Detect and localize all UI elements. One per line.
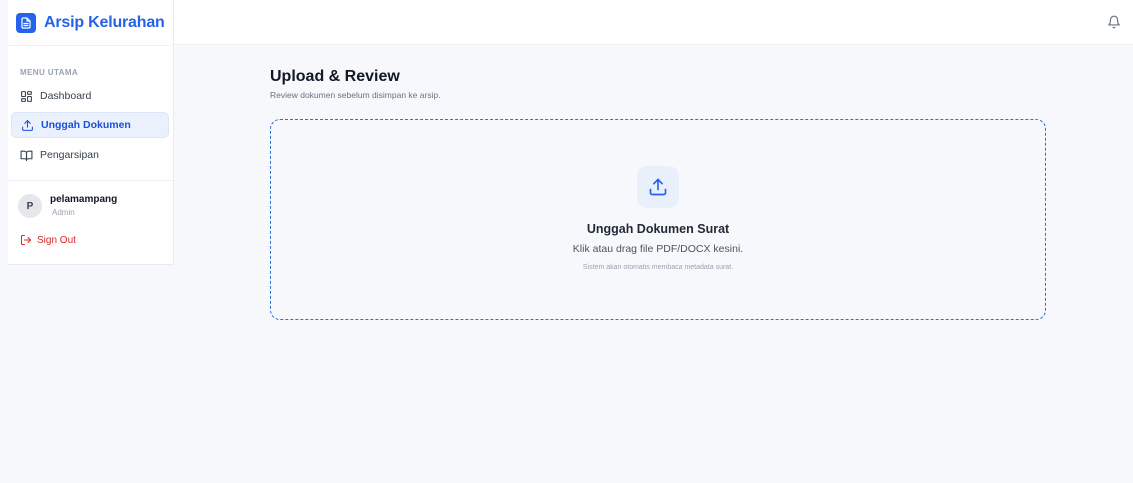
upload-icon xyxy=(637,166,679,208)
page-subtitle: Review dokumen sebelum disimpan ke arsip… xyxy=(270,90,441,100)
page-title: Upload & Review xyxy=(270,68,400,85)
upload-icon xyxy=(22,119,33,131)
divider xyxy=(8,180,174,181)
sign-out-button[interactable]: Sign Out xyxy=(20,234,76,246)
sidebar-item-pengarsipan[interactable]: Pengarsipan xyxy=(11,142,169,168)
sidebar-item-label: Pengarsipan xyxy=(40,149,99,161)
divider xyxy=(8,45,174,46)
user-role: Admin xyxy=(52,208,75,217)
sidebar-item-label: Unggah Dokumen xyxy=(41,119,131,131)
bell-icon[interactable] xyxy=(1107,15,1121,34)
dropzone-title: Unggah Dokumen Surat xyxy=(586,222,730,236)
dropzone-hint: Sistem akan otomatis membaca metadata su… xyxy=(582,264,734,271)
menu-section-label: MENU UTAMA xyxy=(20,68,79,77)
upload-dropzone[interactable]: Unggah Dokumen Surat Klik atau drag file… xyxy=(270,119,1046,320)
dropzone-subtitle: Klik atau drag file PDF/DOCX kesini. xyxy=(572,243,744,255)
sidebar: Arsip Kelurahan MENU UTAMA Dashboard Ung… xyxy=(8,0,174,265)
sidebar-item-dashboard[interactable]: Dashboard xyxy=(11,83,169,109)
app-title: Arsip Kelurahan xyxy=(44,14,165,31)
book-open-icon xyxy=(20,150,33,161)
sign-out-icon xyxy=(21,235,31,245)
topbar xyxy=(174,0,1133,45)
sidebar-item-label: Dashboard xyxy=(40,90,92,102)
brand[interactable]: Arsip Kelurahan xyxy=(16,9,165,37)
document-icon xyxy=(16,13,36,33)
avatar: P xyxy=(18,194,42,218)
dashboard-grid-icon xyxy=(21,90,32,102)
sign-out-label: Sign Out xyxy=(37,234,76,246)
sidebar-item-unggah-dokumen[interactable]: Unggah Dokumen xyxy=(11,112,169,138)
user-name: pelamampang xyxy=(50,194,118,205)
